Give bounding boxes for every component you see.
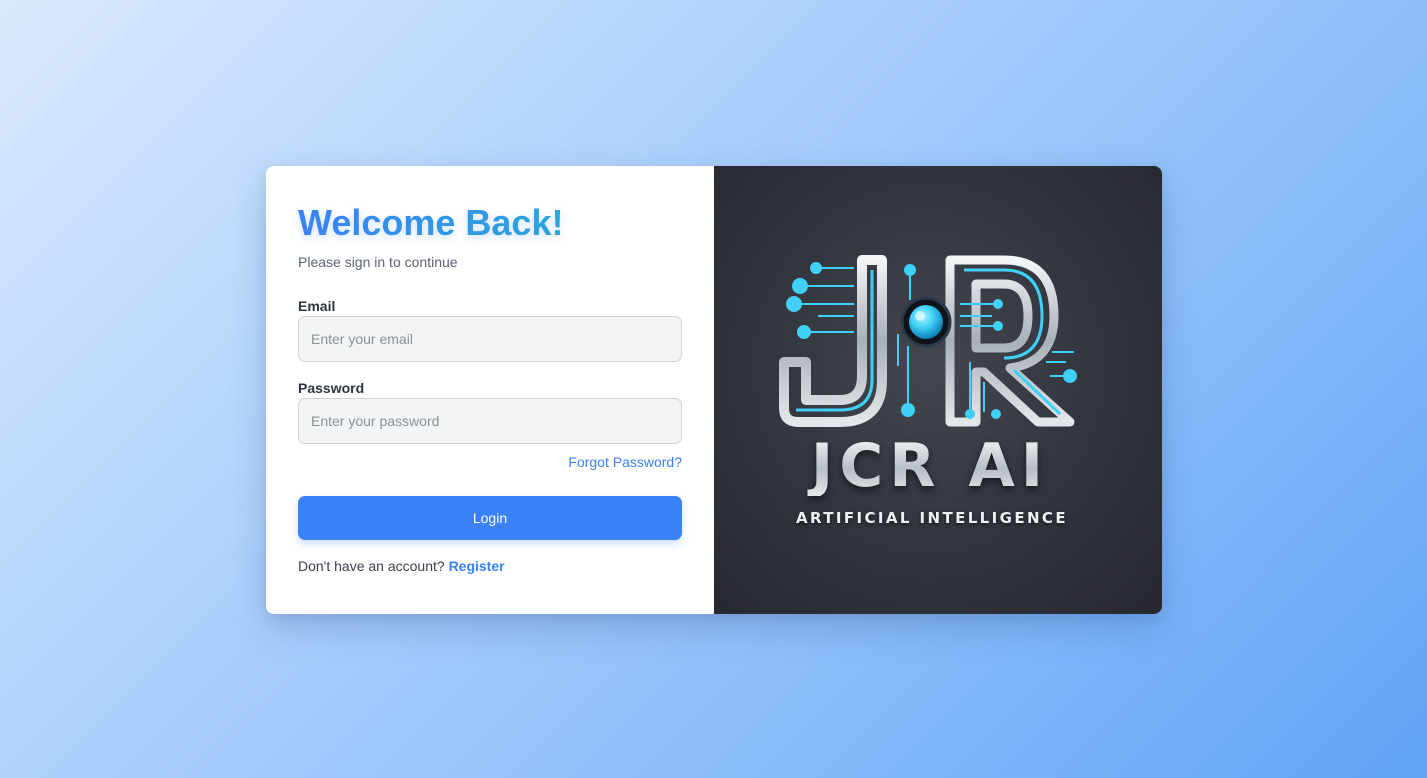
email-label: Email [298, 298, 336, 314]
page-subtitle: Please sign in to continue [298, 254, 458, 270]
register-prompt-line: Don't have an account? Register [298, 558, 505, 574]
brand-image-panel: JCR AI ARTIFICIAL INTELLIGENCE [714, 166, 1162, 614]
circuit-jr-monogram-icon [779, 255, 1077, 427]
logo-tagline: ARTIFICIAL INTELLIGENCE [796, 509, 1068, 527]
logo-wordmark: JCR AI [784, 436, 1076, 496]
page-title: Welcome Back! [298, 202, 564, 243]
password-field[interactable] [298, 398, 682, 444]
register-link[interactable]: Register [449, 558, 505, 574]
email-field[interactable] [298, 316, 682, 362]
password-label: Password [298, 380, 365, 396]
forgot-password-link[interactable]: Forgot Password? [568, 454, 682, 470]
register-prompt-text: Don't have an account? [298, 558, 445, 574]
login-page: { "login_form": { "title": "Welcome Back… [0, 0, 1427, 778]
login-card: Welcome Back! Please sign in to continue… [266, 166, 1162, 614]
login-form-panel: Welcome Back! Please sign in to continue… [266, 166, 714, 614]
login-button[interactable]: Login [298, 496, 682, 540]
